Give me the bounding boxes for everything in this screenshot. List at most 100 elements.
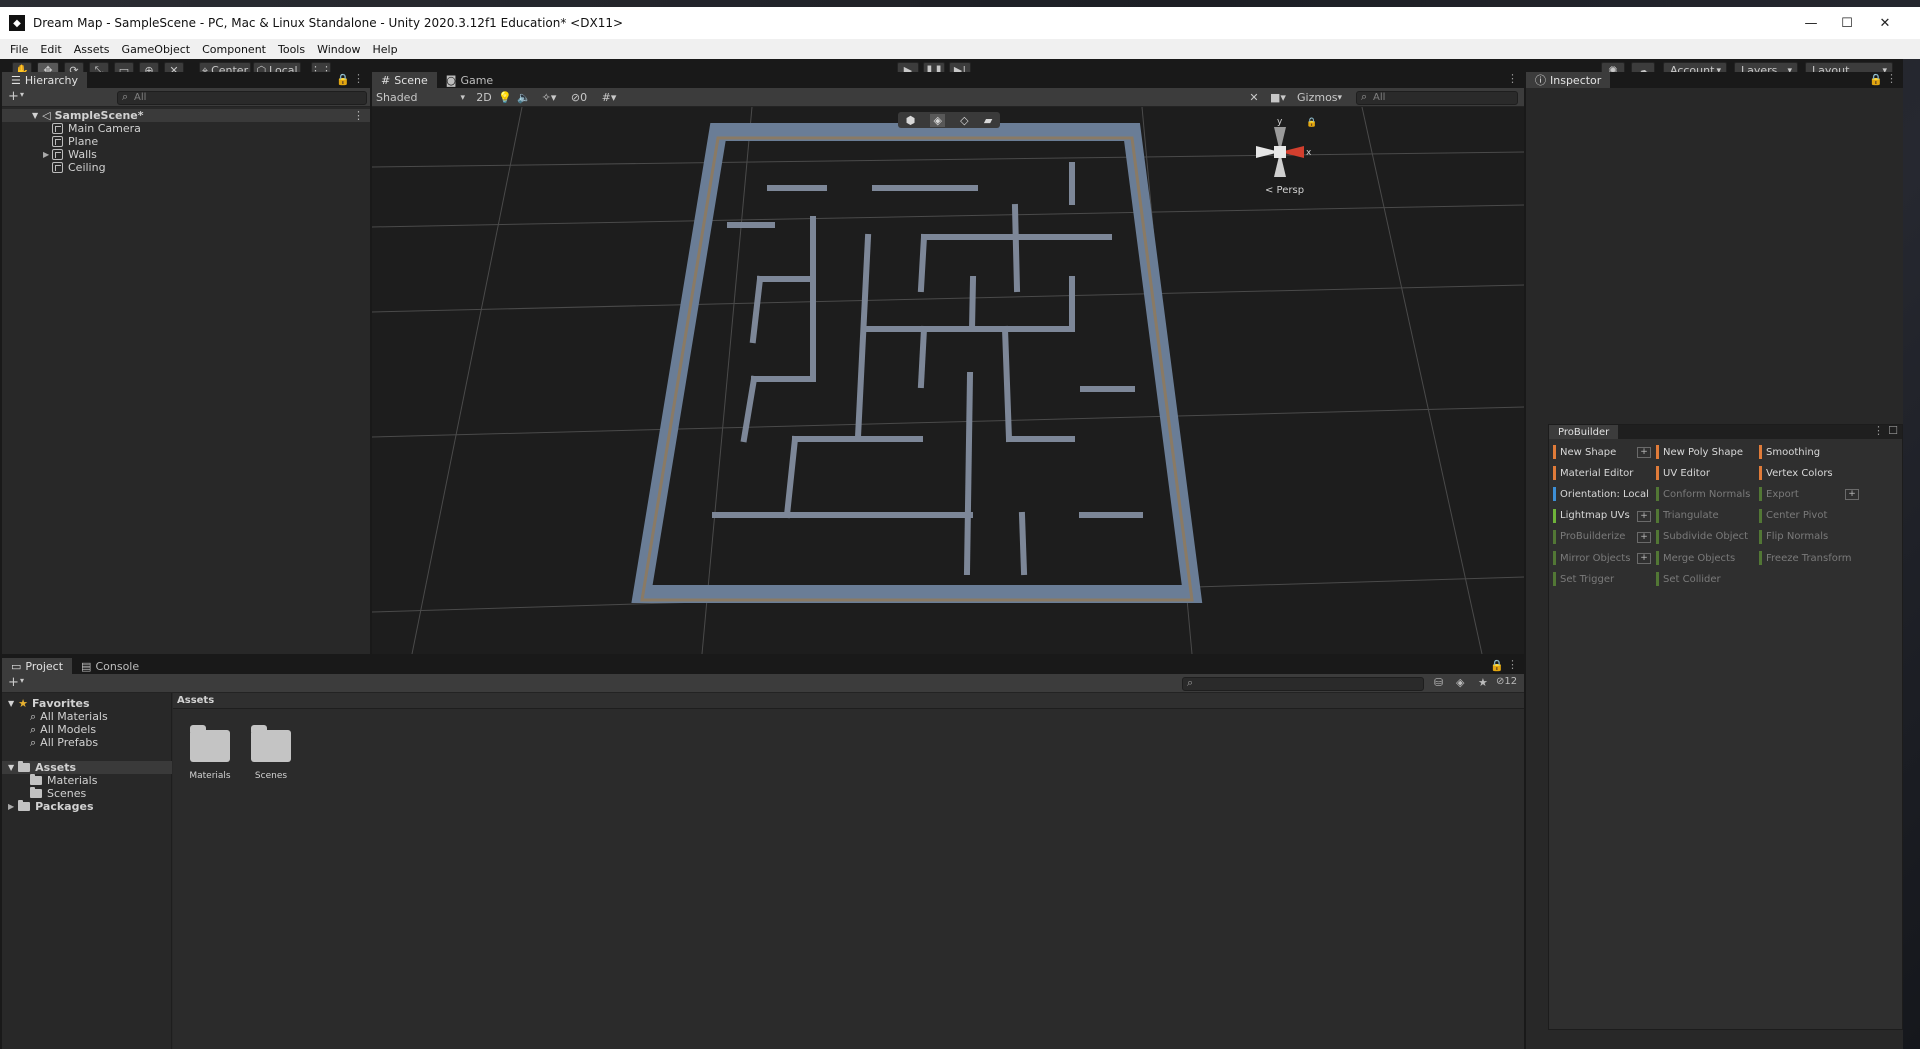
perspective-label[interactable]: < Persp [1265,185,1304,196]
probuilder-action-center-pivot[interactable]: Center Pivot [1759,507,1827,525]
menu-file[interactable]: File [4,43,34,56]
probuilder-action-flip-normals[interactable]: Flip Normals [1759,528,1828,546]
search-by-label-icon[interactable]: ◈ [1456,676,1464,689]
assets-row[interactable]: ▼ Assets [2,761,172,774]
menu-edit[interactable]: Edit [34,43,67,56]
options-plus-icon[interactable]: + [1637,447,1651,458]
tree-folder-scenes[interactable]: Scenes [2,787,86,800]
asset-folder-materials[interactable]: Materials [186,725,234,789]
menu-tools[interactable]: Tools [272,43,311,56]
probuilder-action-set-collider[interactable]: Set Collider [1656,570,1721,588]
hierarchy-item-walls[interactable]: ▶ Walls [2,148,97,161]
expand-arrow-icon[interactable]: ▶ [43,150,49,159]
assets-breadcrumb[interactable]: Assets [173,693,1524,709]
tab-game[interactable]: ◙ Game [437,72,502,88]
vertex-mode-icon[interactable]: ◈ [930,113,945,127]
probuilder-action-export[interactable]: Export [1759,485,1799,503]
audio-icon[interactable]: 🔈 [516,89,532,106]
gizmos-dropdown[interactable]: Gizmos [1293,89,1347,106]
hierarchy-item-main-camera[interactable]: Main Camera [2,122,141,135]
gizmo-lock-icon[interactable]: 🔒 [1306,117,1317,128]
expand-arrow-icon[interactable]: ▼ [32,111,38,120]
hierarchy-item-ceiling[interactable]: Ceiling [2,161,106,174]
probuilder-action-mirror-objects[interactable]: Mirror Objects [1553,549,1630,567]
expand-arrow-icon[interactable]: ▶ [8,802,14,811]
probuilder-action-material-editor[interactable]: Material Editor [1553,464,1633,482]
close-button[interactable]: ✕ [1862,7,1908,39]
edge-mode-icon[interactable]: ◇ [960,114,968,127]
packages-row[interactable]: ▶ Packages [2,800,94,813]
tab-scene[interactable]: # Scene [372,72,437,88]
expand-arrow-icon[interactable]: ▼ [8,699,14,708]
scene-search-input[interactable]: All [1356,91,1518,105]
search-by-type-icon[interactable]: ⛁ [1434,676,1443,689]
probuilder-action-lightmap-uvs[interactable]: Lightmap UVs [1553,507,1630,525]
panel-menu-icon[interactable]: ⋮ [1886,72,1897,85]
probuilder-action-uv-editor[interactable]: UV Editor [1656,464,1710,482]
hidden-objects-toggle[interactable]: ⊘ 0 [566,89,592,106]
probuilder-action-new-shape[interactable]: New Shape [1553,443,1616,461]
tools-icon[interactable]: ✕ [1245,89,1263,106]
tree-folder-materials[interactable]: Materials [2,774,97,787]
asset-folder-scenes[interactable]: Scenes [247,725,295,789]
project-search-input[interactable] [1182,677,1424,691]
probuilder-action-subdivide-object[interactable]: Subdivide Object [1656,528,1748,546]
maximize-icon[interactable]: ☐ [1888,424,1898,437]
options-plus-icon[interactable]: + [1637,531,1651,543]
options-plus-icon[interactable]: + [1637,510,1651,522]
menu-window[interactable]: Window [311,43,366,56]
lighting-icon[interactable]: 💡 [497,89,513,106]
hierarchy-item-plane[interactable]: Plane [2,135,98,148]
menu-assets[interactable]: Assets [68,43,116,56]
shading-mode-dropdown[interactable]: Shaded [374,89,470,106]
probuilder-action-vertex-colors[interactable]: Vertex Colors [1759,464,1833,482]
hierarchy-search-input[interactable]: All [117,91,367,105]
create-asset-button[interactable]: + [8,675,19,690]
probuilder-action-freeze-transform[interactable]: Freeze Transform [1759,549,1852,567]
probuilder-action-smoothing[interactable]: Smoothing [1759,443,1820,461]
tab-probuilder[interactable]: ProBuilder [1549,425,1619,439]
probuilder-action-merge-objects[interactable]: Merge Objects [1656,549,1735,567]
panel-menu-icon[interactable]: ⋮ [1873,424,1884,437]
camera-icon[interactable]: ■▾ [1266,89,1290,106]
panel-menu-icon[interactable]: ⋮ [1507,72,1518,85]
options-plus-icon[interactable]: + [1845,489,1859,501]
favorite-star-icon[interactable]: ★ [1478,676,1488,689]
favorite-all-prefabs[interactable]: ⌕ All Prefabs [2,736,98,750]
face-mode-icon[interactable]: ▰ [984,114,992,127]
2d-toggle[interactable]: 2D [474,89,494,106]
tab-hierarchy[interactable]: ☰ Hierarchy [2,72,88,88]
menu-component[interactable]: Component [196,43,272,56]
tab-console[interactable]: ▤ Console [72,658,148,674]
scene-viewport[interactable]: y x < Persp 🔒 [372,107,1524,654]
lock-icon[interactable]: 🔒 [1490,659,1504,672]
favorite-all-materials[interactable]: ⌕ All Materials [2,710,108,724]
grid-toggle-icon[interactable]: #▾ [595,89,623,106]
probuilder-action-conform-normals[interactable]: Conform Normals [1656,485,1750,503]
panel-menu-icon[interactable]: ⋮ [353,72,364,85]
probuilder-action-triangulate[interactable]: Triangulate [1656,507,1719,525]
lock-icon[interactable]: 🔒 [336,73,350,86]
tab-project[interactable]: ▭ Project [2,658,73,674]
probuilder-action-probuilderize[interactable]: ProBuilderize [1553,528,1625,546]
tab-inspector[interactable]: ⓘ Inspector [1526,72,1611,88]
favorites-row[interactable]: ▼ ★ Favorites [2,697,90,710]
panel-menu-icon[interactable]: ⋮ [1507,658,1518,671]
options-plus-icon[interactable]: + [1637,553,1651,564]
add-object-button[interactable]: + [8,89,19,104]
expand-arrow-icon[interactable]: ▼ [8,763,14,772]
add-dropdown-icon[interactable]: ▾ [20,676,24,685]
menu-gameobject[interactable]: GameObject [116,43,197,56]
menu-help[interactable]: Help [366,43,403,56]
hidden-packages-toggle[interactable]: ⊘12 [1496,676,1517,687]
effects-icon[interactable]: ✧▾ [535,89,563,106]
lock-icon[interactable]: 🔒 [1869,73,1883,86]
add-dropdown-icon[interactable]: ▾ [20,90,24,99]
object-mode-icon[interactable]: ⬢ [906,114,916,127]
favorite-all-models[interactable]: ⌕ All Models [2,723,96,737]
scene-menu-icon[interactable]: ⋮ [353,109,364,122]
probuilder-action-set-trigger[interactable]: Set Trigger [1553,570,1614,588]
probuilder-action-new-poly-shape[interactable]: New Poly Shape [1656,443,1743,461]
scene-row[interactable]: ▼ ◁ SampleScene* ⋮ [2,109,370,122]
probuilder-action-orientation-local[interactable]: Orientation: Local [1553,485,1649,503]
